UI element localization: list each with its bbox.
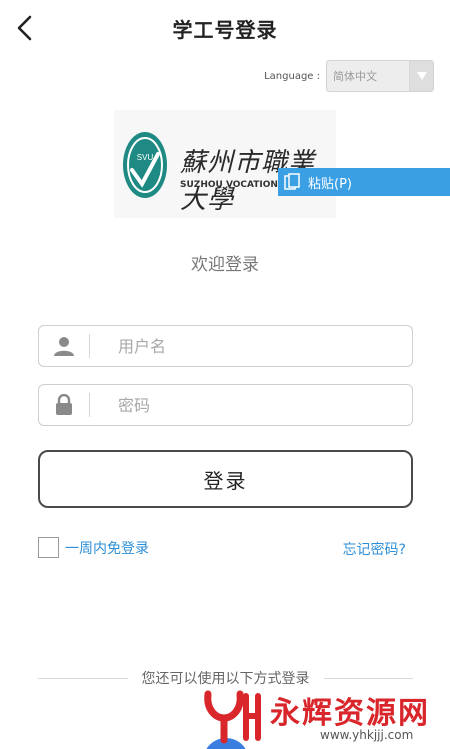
remember-me[interactable]: 一周内免登录 xyxy=(38,537,149,558)
password-input[interactable] xyxy=(90,385,412,425)
watermark-logo-icon xyxy=(204,690,261,744)
paste-menu-item[interactable]: 粘贴(P) xyxy=(278,168,450,196)
forgot-password-link[interactable]: 忘记密码? xyxy=(343,539,406,559)
top-bar: 学工号登录 xyxy=(0,0,450,56)
welcome-text: 欢迎登录 xyxy=(191,255,259,275)
language-select[interactable]: 简体中文 xyxy=(326,60,434,92)
username-input[interactable] xyxy=(90,326,412,366)
language-selector-row: Language : 简体中文 xyxy=(264,60,434,92)
password-field-wrapper xyxy=(38,384,413,426)
language-selected-value: 简体中文 xyxy=(333,70,377,83)
back-button[interactable] xyxy=(10,14,38,42)
divider-line xyxy=(38,677,128,679)
paste-label: 粘贴(P) xyxy=(308,176,352,192)
remember-checkbox[interactable] xyxy=(38,537,59,558)
remember-label[interactable]: 一周内免登录 xyxy=(65,538,149,558)
watermark-url: www.yhkjjj.com xyxy=(320,728,414,742)
divider-line xyxy=(323,677,413,679)
clipboard-icon xyxy=(284,173,300,191)
chevron-left-icon xyxy=(17,15,32,41)
watermark-brand: 永辉资源网 xyxy=(270,696,430,731)
school-emblem-icon: SVU xyxy=(123,132,167,198)
logo-abbr: SVU xyxy=(137,153,154,162)
watermark: 永辉资源网 www.yhkjjj.com xyxy=(196,684,450,749)
page-title: 学工号登录 xyxy=(172,17,278,42)
username-field-wrapper xyxy=(38,325,413,367)
language-label: Language : xyxy=(264,70,320,82)
school-logo: SVU 蘇州市職業大學 SUZHOU VOCATIONAL U xyxy=(114,110,336,218)
triangle-down-icon xyxy=(409,61,433,91)
user-icon xyxy=(39,335,89,357)
lock-icon xyxy=(39,394,89,416)
login-button[interactable]: 登录 xyxy=(38,450,413,508)
